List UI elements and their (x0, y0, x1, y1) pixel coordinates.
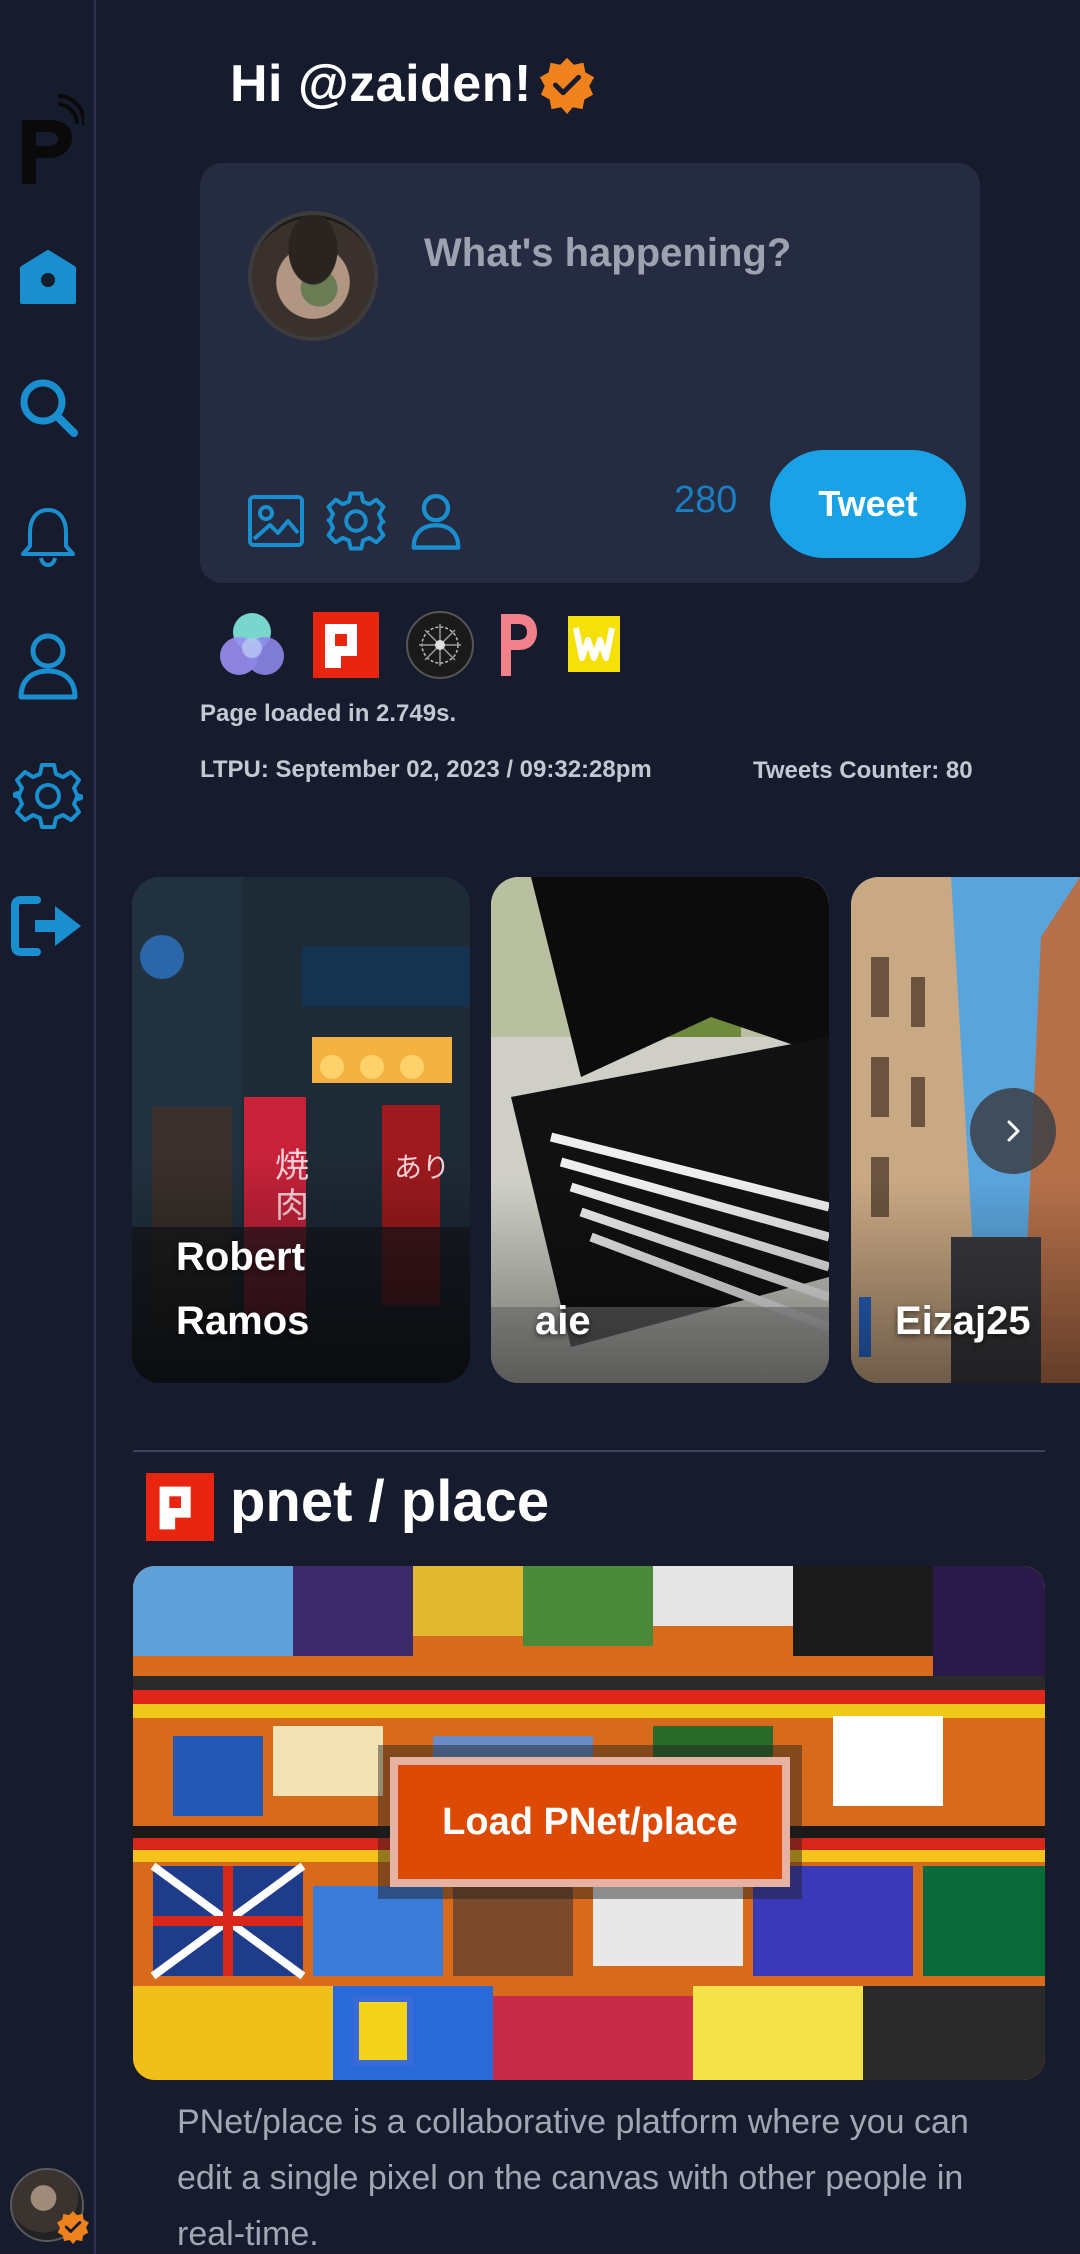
search-icon[interactable] (8, 367, 88, 447)
verified-badge-icon (538, 56, 596, 114)
composer-avatar[interactable] (248, 211, 378, 341)
user-icon[interactable] (8, 626, 88, 706)
emblem-app-icon[interactable] (405, 610, 475, 680)
bubbles-app-icon[interactable] (217, 610, 287, 680)
story-next-button[interactable] (970, 1088, 1056, 1174)
place-section-title: pnet / place (230, 1469, 550, 1534)
greeting-title: Hi @zaiden! (230, 55, 532, 113)
verified-badge-icon (56, 2210, 90, 2244)
place-description: PNet/place is a collaborative platform w… (177, 2103, 969, 2253)
logout-icon[interactable] (8, 886, 88, 966)
ltpu-timestamp: LTPU: September 02, 2023 / 09:32:28pm (200, 756, 652, 783)
gear-icon[interactable] (8, 756, 88, 836)
story-author-name: Robert Ramos (176, 1235, 310, 1343)
tweet-composer: 280 Tweet (200, 163, 980, 583)
pnet-place-logo-icon (146, 1473, 214, 1541)
home-icon[interactable] (8, 238, 88, 318)
story-card[interactable]: aie (491, 877, 829, 1383)
tweet-input[interactable] (422, 223, 942, 283)
pnet-logo[interactable] (14, 92, 86, 192)
user-tag-icon[interactable] (404, 489, 468, 553)
tweet-button[interactable]: Tweet (770, 450, 966, 558)
page: Hi @zaiden! What's happening? 280 Tweet … (0, 0, 1080, 2254)
pnet-place-app-icon[interactable] (311, 610, 381, 680)
section-divider (133, 1450, 1045, 1452)
gear-icon[interactable] (324, 489, 388, 553)
chevron-right-icon (1007, 1120, 1020, 1142)
sidebar (0, 0, 96, 2254)
p-letter-app-icon[interactable] (499, 610, 569, 680)
story-author-name: Eizaj25 (895, 1299, 1031, 1343)
story-card[interactable]: 焼 肉 あり RobertRamos (132, 877, 470, 1383)
image-icon[interactable] (244, 489, 308, 553)
w-app-icon[interactable] (566, 610, 636, 680)
story-author-name: aie (535, 1299, 591, 1343)
character-counter: 280 (674, 479, 738, 521)
page-load-time: Page loaded in 2.749s. (200, 700, 457, 727)
tweets-counter: Tweets Counter: 80 (753, 757, 973, 784)
bell-icon[interactable] (8, 496, 88, 576)
load-place-button[interactable]: Load PNet/place (390, 1757, 790, 1887)
